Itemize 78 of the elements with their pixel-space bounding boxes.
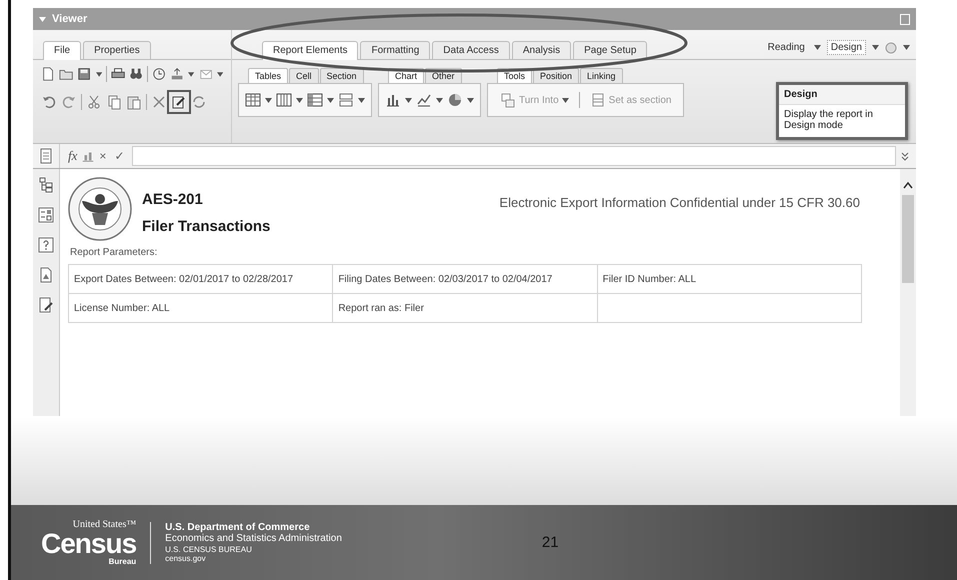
confidentiality-notice: Electronic Export Information Confidential under 15 CFR 30.60: [499, 194, 860, 210]
table-cell: Export Dates Between: 02/01/2017 to 02/28/2017: [68, 264, 333, 294]
report-page-icon[interactable]: [38, 148, 54, 164]
footer-text: U.S. Department of Commerce: [165, 522, 311, 534]
table-cell: Filer ID Number: ALL: [597, 264, 862, 294]
input-controls-icon[interactable]: [38, 207, 54, 223]
collapse-icon[interactable]: [39, 16, 46, 22]
logo-text: United States™: [72, 520, 136, 530]
copy-icon[interactable]: [106, 94, 122, 110]
tooltip-text: Display the report in Design mode: [783, 108, 874, 133]
caret-icon[interactable]: [436, 98, 443, 102]
caret-icon[interactable]: [814, 45, 821, 50]
accept-button[interactable]: ✓: [114, 149, 124, 163]
seal-icon: [68, 177, 132, 241]
mode-button[interactable]: Reading: [764, 41, 808, 54]
tab[interactable]: Data Access: [432, 41, 510, 59]
tab[interactable]: Linking: [580, 68, 623, 83]
footer-text: Economics and Statistics Administration: [165, 533, 342, 545]
tooltip-title: Design: [779, 85, 905, 105]
footer-text: U.S. CENSUS BUREAU: [165, 544, 253, 554]
report-title: Filer Transactions: [142, 218, 270, 235]
table-cell: Filing Dates Between: 02/03/2017 to 02/04/2017: [332, 264, 598, 294]
window-title: Viewer: [52, 13, 88, 25]
tree-icon[interactable]: [38, 177, 54, 193]
footer-text: census.gov: [165, 554, 207, 564]
function-button[interactable]: fx: [68, 148, 78, 164]
mode-button[interactable]: Design: [826, 40, 866, 55]
tab[interactable]: Report Elements: [262, 41, 358, 60]
caret-icon[interactable]: [467, 98, 474, 102]
scroll-up-icon[interactable]: [903, 181, 913, 189]
tab[interactable]: Section: [320, 68, 364, 83]
undo-icon[interactable]: [41, 94, 57, 110]
export-icon[interactable]: [170, 66, 184, 82]
tab[interactable]: Formatting: [360, 41, 430, 59]
page-number: 21: [542, 534, 559, 551]
tab[interactable]: Analysis: [512, 41, 572, 59]
line-chart-icon[interactable]: [416, 92, 432, 108]
expand-icon[interactable]: [900, 151, 910, 161]
tab[interactable]: Properties: [83, 41, 151, 59]
scissors-icon[interactable]: [86, 94, 102, 110]
formula-field[interactable]: [132, 146, 896, 166]
logo-text: Bureau: [108, 558, 136, 566]
form-icon[interactable]: [338, 92, 354, 108]
caret-icon[interactable]: [327, 98, 334, 102]
logo-text: Census: [41, 530, 136, 558]
scrollbar-thumb[interactable]: [902, 195, 914, 283]
tab[interactable]: File: [43, 41, 82, 60]
tab[interactable]: Cell: [289, 68, 319, 83]
new-document-icon[interactable]: [41, 66, 56, 82]
tab[interactable]: Page Setup: [573, 41, 648, 59]
edit-document-icon[interactable]: [38, 297, 54, 313]
columns-icon[interactable]: [276, 92, 292, 108]
tab[interactable]: Tables: [248, 68, 288, 83]
caret-icon[interactable]: [265, 98, 272, 102]
caret-icon[interactable]: [296, 98, 303, 102]
caret-icon[interactable]: [903, 45, 910, 50]
pie-chart-icon[interactable]: [447, 92, 463, 108]
maximize-icon[interactable]: [900, 14, 910, 24]
clock-icon[interactable]: [152, 66, 166, 82]
caret-icon[interactable]: [358, 98, 365, 102]
table-cell: Report ran as: Filer: [332, 294, 598, 322]
crosstab-icon[interactable]: [307, 92, 323, 108]
binoculars-icon[interactable]: [128, 66, 144, 82]
caret-icon[interactable]: [216, 72, 224, 76]
caret-icon[interactable]: [188, 72, 195, 76]
table-cell: License Number: ALL: [68, 294, 333, 322]
paste-icon[interactable]: [126, 94, 142, 110]
caret-icon[interactable]: [872, 45, 879, 50]
caret-icon[interactable]: [96, 72, 102, 76]
design-mode-icon[interactable]: [171, 94, 187, 110]
bar-chart-icon[interactable]: [385, 92, 401, 108]
parameters-label: Report Parameters:: [70, 247, 158, 258]
cancel-button[interactable]: ×: [99, 149, 106, 163]
caret-icon[interactable]: [405, 98, 412, 102]
table-icon[interactable]: [245, 92, 261, 108]
report-code: AES-201: [142, 191, 204, 208]
document-map-icon[interactable]: [38, 267, 54, 283]
save-icon[interactable]: [77, 66, 92, 82]
